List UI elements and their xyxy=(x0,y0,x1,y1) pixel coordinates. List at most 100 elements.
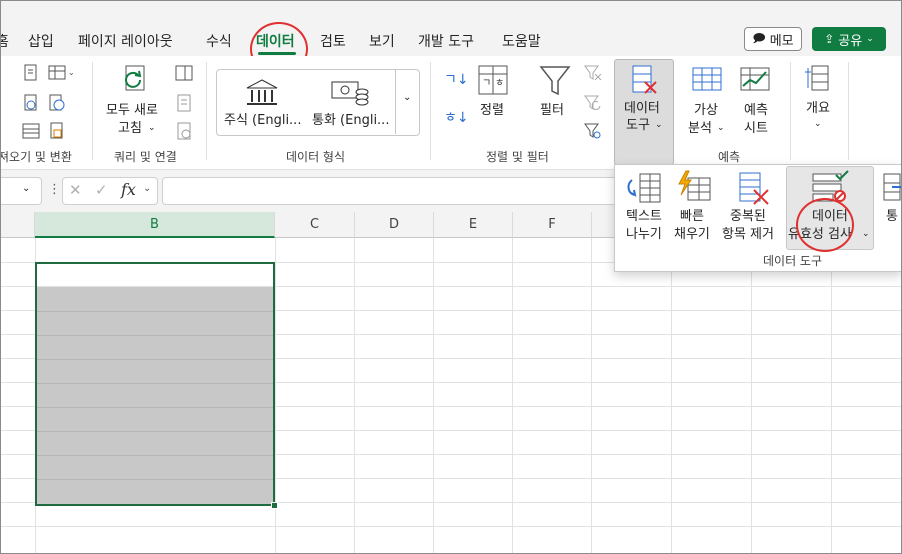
queries-group-label: 쿼리 및 연결 xyxy=(114,150,177,164)
data-types-group-label: 데이터 형식 xyxy=(286,150,346,164)
data-tools-label-2: 도구 xyxy=(626,118,650,133)
currencies-label: 통화 (Engli... xyxy=(312,113,390,128)
tab-insert[interactable]: 삽입 xyxy=(28,31,54,51)
outline-icon[interactable] xyxy=(804,62,832,94)
properties-icon[interactable] xyxy=(48,122,66,140)
tab-formulas[interactable]: 수식 xyxy=(206,31,232,51)
sort-descending-button[interactable]: ㅎ↓ xyxy=(444,110,469,127)
filter-label: 필터 xyxy=(540,103,564,118)
chevron-down-icon: ⌄ xyxy=(655,120,663,130)
group-separator xyxy=(848,62,849,160)
filter-icon[interactable] xyxy=(538,64,572,98)
refresh-all-label-2: 고침 xyxy=(118,121,142,136)
share-icon: ⇪ xyxy=(824,32,835,46)
recent-sources-icon[interactable] xyxy=(48,94,66,112)
forecast-label-2: 시트 xyxy=(744,121,768,136)
column-header-D[interactable]: D xyxy=(355,212,434,238)
refresh-all-icon[interactable] xyxy=(122,64,154,98)
fill-handle[interactable] xyxy=(271,502,278,509)
stocks-icon[interactable] xyxy=(244,78,280,108)
workbook-links-icon[interactable] xyxy=(175,94,193,112)
svg-text:ㄱ: ㄱ xyxy=(482,78,491,89)
forecast-group-label: 예측 xyxy=(718,150,741,164)
column-header-C[interactable]: C xyxy=(275,212,355,238)
chevron-down-icon: ⌄ xyxy=(143,183,152,194)
column-header-E[interactable]: E xyxy=(434,212,513,238)
remove-duplicates-icon[interactable] xyxy=(736,170,774,206)
tab-page-layout[interactable]: 페이지 레이아웃 xyxy=(78,31,173,51)
flash-fill-label-2: 채우기 xyxy=(674,227,710,242)
consolidate-label: 통 xyxy=(886,209,898,224)
from-web-icon[interactable] xyxy=(22,94,40,112)
flash-fill-icon[interactable] xyxy=(676,170,714,206)
column-header-B[interactable]: B xyxy=(35,212,275,238)
chevron-down-icon: ⌄ xyxy=(403,92,412,103)
more-options-icon[interactable]: ⋮ xyxy=(48,182,61,197)
group-separator xyxy=(430,62,431,160)
sort-icon[interactable]: ㄱㅎ xyxy=(477,64,511,96)
chevron-down-icon: ⌄ xyxy=(717,123,725,133)
advanced-filter-icon[interactable] xyxy=(584,122,602,140)
name-box[interactable]: ⌄ xyxy=(0,177,42,205)
chevron-down-icon: ⌄ xyxy=(866,34,874,44)
chevron-down-icon: ⌄ xyxy=(862,229,870,239)
formula-controls: ✕ ✓ fx ⌄ xyxy=(62,177,158,205)
flash-fill-label-1: 빠른 xyxy=(680,209,704,224)
remove-duplicates-label-1: 중복된 xyxy=(730,209,766,224)
comment-icon: 🗩 xyxy=(752,30,766,45)
remove-duplicates-label-2: 항목 제거 xyxy=(722,227,774,242)
get-transform-group-label: 져오기 및 변환 xyxy=(0,150,72,164)
sort-label: 정렬 xyxy=(480,103,504,118)
data-tools-group-label: 데이터 도구 xyxy=(763,254,823,268)
enter-icon[interactable]: ✓ xyxy=(95,181,108,199)
existing-connections-icon[interactable] xyxy=(22,122,40,140)
sort-filter-group-label: 정렬 및 필터 xyxy=(486,150,549,164)
cancel-icon[interactable]: ✕ xyxy=(69,181,82,199)
tab-developer[interactable]: 개발 도구 xyxy=(418,31,474,51)
comments-label: 메모 xyxy=(769,33,794,49)
clear-filter-icon[interactable] xyxy=(584,64,602,82)
column-header-A[interactable] xyxy=(0,212,35,238)
chevron-down-icon: ⌄ xyxy=(814,119,822,129)
share-label: 공유 xyxy=(838,33,863,49)
tab-review[interactable]: 검토 xyxy=(320,31,346,51)
tab-home[interactable]: 홈 xyxy=(0,31,9,51)
group-separator xyxy=(92,62,93,160)
group-separator xyxy=(206,62,207,160)
sort-ascending-button[interactable]: ㄱ↓ xyxy=(444,72,469,89)
red-annotation-circle xyxy=(796,198,854,252)
insert-function-button[interactable]: fx xyxy=(121,180,136,199)
from-text-icon[interactable] xyxy=(22,64,40,82)
data-tools-label-1: 데이터 xyxy=(624,101,660,116)
chevron-down-icon: ⌄ xyxy=(148,123,156,133)
consolidate-icon[interactable] xyxy=(882,170,902,206)
edit-links-icon[interactable] xyxy=(175,122,193,140)
share-button[interactable]: ⇪ 공유 ⌄ xyxy=(812,27,886,51)
queries-connections-icon[interactable] xyxy=(175,64,193,82)
gridline xyxy=(0,526,902,527)
text-to-columns-icon[interactable] xyxy=(626,170,664,206)
reapply-filter-icon[interactable] xyxy=(584,94,602,112)
tab-view[interactable]: 보기 xyxy=(369,31,395,51)
forecast-label-1: 예측 xyxy=(744,103,768,118)
stocks-label: 주식 (Engli... xyxy=(224,113,302,128)
outline-label: 개요 xyxy=(806,101,830,116)
column-header-F[interactable]: F xyxy=(513,212,592,238)
forecast-sheet-icon[interactable] xyxy=(738,64,774,96)
svg-text:ㅎ: ㅎ xyxy=(495,78,504,89)
tab-help[interactable]: 도움말 xyxy=(502,31,541,51)
title-bar-strip xyxy=(0,0,902,24)
what-if-label-2: 분석 xyxy=(688,121,712,136)
text-to-columns-label-1: 텍스트 xyxy=(626,209,662,224)
comments-button[interactable]: 🗩 메모 xyxy=(744,27,802,51)
from-table-icon[interactable]: ⌄ xyxy=(48,64,76,82)
group-separator xyxy=(790,62,791,160)
currencies-icon[interactable] xyxy=(330,78,370,108)
data-tools-icon xyxy=(632,65,657,94)
what-if-label-1: 가상 xyxy=(694,103,718,118)
refresh-all-label-1: 모두 새로 xyxy=(106,103,158,118)
what-if-analysis-icon[interactable] xyxy=(690,64,726,96)
selected-range[interactable] xyxy=(35,262,275,506)
data-types-more-button[interactable]: ⌄ xyxy=(395,70,419,134)
chevron-down-icon: ⌄ xyxy=(22,183,31,194)
